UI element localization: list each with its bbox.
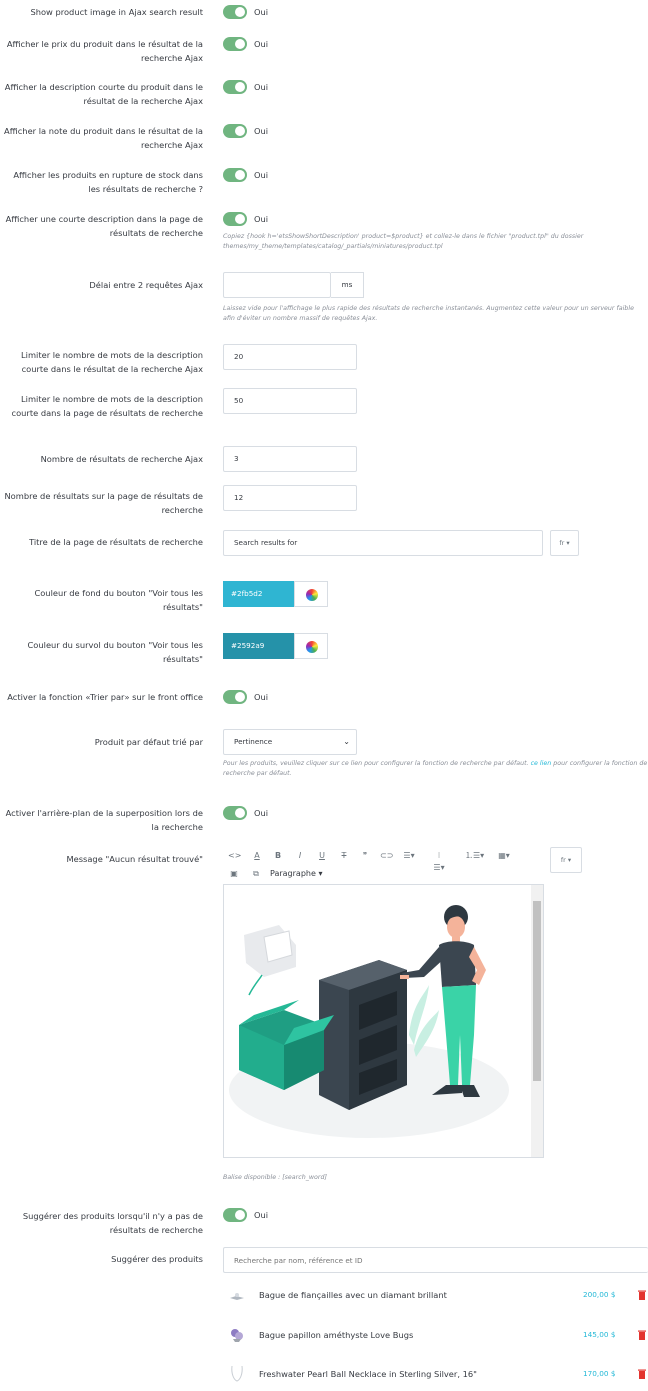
toggle-show-price-value: Oui: [254, 39, 269, 49]
label-limit-words-ajax: Limiter le nombre de mots de la descript…: [21, 350, 203, 374]
link-icon[interactable]: ⊂⊃: [380, 850, 393, 862]
italic-icon[interactable]: I: [294, 850, 306, 862]
label-suggest-products: Suggérer des produits lorsqu'il n'y a pa…: [22, 1211, 203, 1235]
toggle-show-out-of-stock-value: Oui: [254, 170, 269, 180]
image-icon[interactable]: ▣: [228, 868, 240, 880]
color-wheel-icon: [306, 589, 318, 601]
toggle-suggest-products[interactable]: [223, 1208, 247, 1222]
help-show-desc-results-page: Copiez {hook h='etsShowShortDescription'…: [223, 233, 584, 250]
toggle-suggest-products-value: Oui: [254, 1210, 269, 1220]
product-price: 200,00 $: [583, 1290, 616, 1299]
toggle-show-image[interactable]: [223, 5, 247, 19]
text-color-icon[interactable]: A: [251, 850, 263, 862]
help-default-sort: Pour les produits, veuillez cliquer sur …: [223, 760, 648, 777]
product-thumbnail: [231, 1329, 243, 1342]
trash-icon[interactable]: [638, 1330, 646, 1340]
ajax-delay-input[interactable]: [223, 272, 331, 298]
label-sort-by: Activer la fonction «Trier par» sur le f…: [7, 692, 203, 702]
default-sort-select[interactable]: Pertinence ⌄: [223, 729, 357, 755]
no-result-editor[interactable]: [223, 884, 544, 1158]
bg-color-input[interactable]: #2fb5d2: [223, 581, 294, 607]
help-ajax-delay: Laissez vide pour l'affichage le plus ra…: [223, 305, 634, 322]
label-suggested-products: Suggérer des produits: [111, 1254, 203, 1264]
help-no-result-msg: Balise disponible : [search_word]: [223, 1174, 327, 1181]
product-thumbnail: [230, 1293, 244, 1300]
toggle-sort-by[interactable]: [223, 690, 247, 704]
no-result-lang-button[interactable]: fr ▾: [550, 847, 582, 873]
label-overlay-bg: Activer l'arrière-plan de la superpositi…: [5, 808, 203, 832]
underline-icon[interactable]: U: [316, 850, 328, 862]
bullet-list-icon[interactable]: ⁝☰▾: [433, 850, 445, 874]
num-results-ajax-input[interactable]: 3: [223, 446, 357, 472]
strikethrough-icon[interactable]: T: [338, 850, 350, 862]
chevron-down-icon: ⌄: [343, 737, 350, 746]
label-limit-words-page: Limiter le nombre de mots de la descript…: [11, 394, 203, 418]
product-name: Freshwater Pearl Ball Necklace in Sterli…: [259, 1369, 477, 1379]
chevron-down-icon: ▾: [566, 539, 570, 547]
toggle-show-rating[interactable]: [223, 124, 247, 138]
label-show-image: Show product image in Ajax search result: [30, 7, 203, 17]
label-hover-color: Couleur du survol du bouton "Voir tous l…: [27, 640, 203, 664]
limit-words-ajax-input[interactable]: 20: [223, 344, 357, 370]
table-icon[interactable]: ▦▾: [498, 850, 510, 862]
page-title-lang-button[interactable]: fr ▾: [550, 530, 579, 556]
trash-icon[interactable]: [638, 1290, 646, 1300]
product-name: Bague de fiançailles avec un diamant bri…: [259, 1290, 447, 1300]
label-show-rating: Afficher la note du produit dans le résu…: [4, 126, 203, 150]
numbered-list-icon[interactable]: ⒈☰▾: [465, 850, 484, 862]
no-result-illustration: [229, 905, 509, 1138]
media-icon[interactable]: ⧉: [250, 868, 262, 880]
label-show-short-desc: Afficher la description courte du produi…: [4, 82, 203, 106]
trash-icon[interactable]: [638, 1369, 646, 1379]
toggle-overlay-bg-value: Oui: [254, 808, 269, 818]
toggle-show-desc-results-page-value: Oui: [254, 214, 269, 224]
label-bg-color: Couleur de fond du bouton "Voir tous les…: [34, 588, 203, 612]
bold-icon[interactable]: B: [272, 850, 284, 862]
label-num-results-page: Nombre de résultats sur la page de résul…: [4, 491, 203, 515]
editor-scrollbar[interactable]: [531, 885, 543, 1157]
hover-color-input[interactable]: #2592a9: [223, 633, 294, 659]
list-item: Bague de fiançailles avec un diamant bri…: [223, 1282, 648, 1308]
label-page-title: Titre de la page de résultats de recherc…: [29, 537, 203, 547]
toggle-sort-by-value: Oui: [254, 692, 269, 702]
toggle-show-out-of-stock[interactable]: [223, 168, 247, 182]
product-price: 170,00 $: [583, 1369, 616, 1378]
chevron-down-icon: ▾: [567, 856, 572, 864]
code-icon[interactable]: <>: [228, 850, 241, 862]
hover-color-picker-button[interactable]: [294, 633, 328, 659]
ajax-delay-unit: ms: [331, 272, 364, 298]
paragraph-dropdown[interactable]: Paragraphe ▾: [270, 868, 322, 880]
toggle-overlay-bg[interactable]: [223, 806, 247, 820]
product-search-input[interactable]: [223, 1247, 648, 1273]
label-show-desc-results-page: Afficher une courte description dans la …: [5, 214, 203, 238]
bg-color-picker-button[interactable]: [294, 581, 328, 607]
color-wheel-icon: [306, 641, 318, 653]
limit-words-page-input[interactable]: 50: [223, 388, 357, 414]
quote-icon[interactable]: ❞: [359, 850, 371, 862]
product-price: 145,00 $: [583, 1330, 616, 1339]
product-thumbnail: [231, 1365, 243, 1382]
label-num-results-ajax: Nombre de résultats de recherche Ajax: [40, 454, 203, 464]
toggle-show-rating-value: Oui: [254, 126, 269, 136]
label-show-price: Afficher le prix du produit dans le résu…: [6, 39, 203, 63]
list-item: Freshwater Pearl Ball Necklace in Sterli…: [223, 1361, 648, 1387]
product-name: Bague papillon améthyste Love Bugs: [259, 1330, 414, 1340]
search-config-link[interactable]: ce lien: [531, 760, 552, 767]
label-show-out-of-stock: Afficher les produits en rupture de stoc…: [13, 170, 203, 194]
page-title-input[interactable]: Search results for: [223, 530, 543, 556]
num-results-page-input[interactable]: 12: [223, 485, 357, 511]
toggle-show-image-value: Oui: [254, 7, 269, 17]
editor-scrollbar-thumb[interactable]: [533, 901, 541, 1081]
align-icon[interactable]: ☰▾: [403, 850, 415, 862]
toggle-show-short-desc-value: Oui: [254, 82, 269, 92]
toggle-show-price[interactable]: [223, 37, 247, 51]
toggle-show-desc-results-page[interactable]: [223, 212, 247, 226]
toggle-show-short-desc[interactable]: [223, 80, 247, 94]
label-default-sort: Produit par défaut trié par: [94, 737, 203, 747]
editor-toolbar: <> A B I U T ❞ ⊂⊃ ☰▾ ⁝☰▾ ⒈☰▾ ▦▾ ▣ ⧉ Para…: [228, 850, 528, 882]
list-item: Bague papillon améthyste Love Bugs 145,0…: [223, 1322, 648, 1348]
label-no-result-msg: Message "Aucun résultat trouvé": [66, 854, 203, 864]
label-ajax-delay: Délai entre 2 requêtes Ajax: [89, 280, 203, 290]
